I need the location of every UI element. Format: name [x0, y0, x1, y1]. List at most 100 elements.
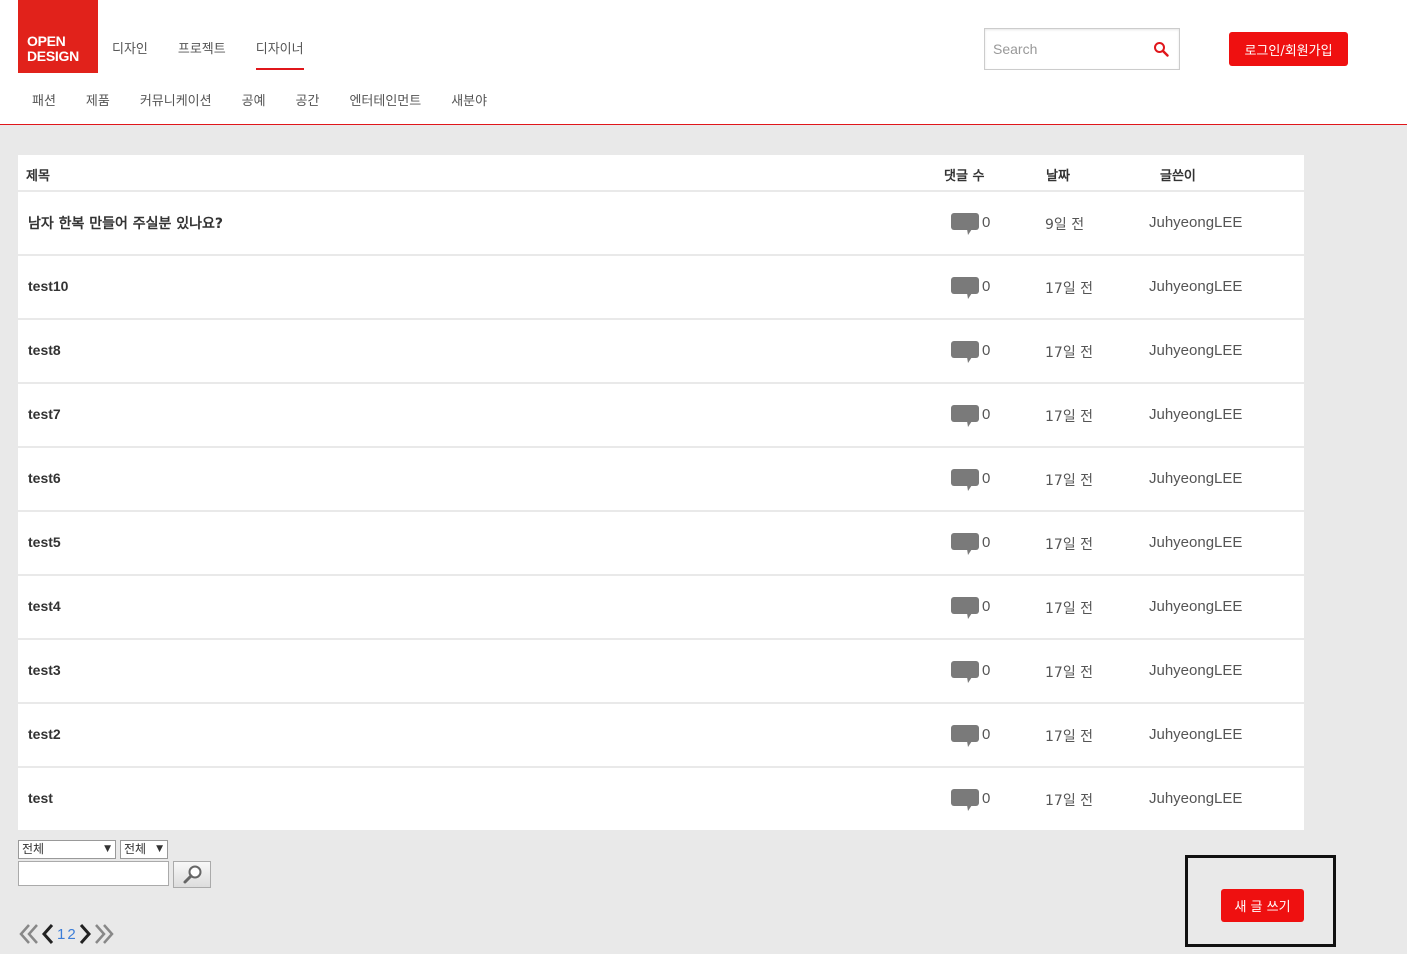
post-author: JuhyeongLEE [1149, 726, 1243, 743]
post-author: JuhyeongLEE [1149, 534, 1243, 551]
comment-count: 0 [982, 662, 991, 679]
site-header: OPEN DESIGN 디자인 프로젝트 디자이너 패션 제품 커뮤니케이션 공… [0, 0, 1407, 125]
main-nav-project[interactable]: 프로젝트 [178, 38, 226, 70]
category-fashion[interactable]: 패션 [32, 90, 56, 109]
board-header-row: 제목 댓글 수 날짜 글쓴이 [18, 155, 1304, 192]
table-row[interactable]: test7 0 17일 전 JuhyeongLEE [18, 384, 1304, 446]
magnifier-icon [183, 865, 202, 884]
table-row[interactable]: test2 0 17일 전 JuhyeongLEE [18, 704, 1304, 766]
table-row[interactable]: test 0 17일 전 JuhyeongLEE [18, 768, 1304, 830]
logo-text-line2: DESIGN [27, 48, 79, 64]
table-row[interactable]: test5 0 17일 전 JuhyeongLEE [18, 512, 1304, 574]
post-date: 17일 전 [1045, 409, 1094, 425]
category-craft[interactable]: 공예 [242, 90, 266, 109]
post-date: 9일 전 [1045, 217, 1085, 233]
logo-text-line1: OPEN [27, 33, 66, 49]
comment-icon [951, 725, 979, 747]
category-space[interactable]: 공간 [296, 90, 320, 109]
login-signup-button[interactable]: 로그인/회원가입 [1229, 32, 1348, 66]
table-row[interactable]: test3 0 17일 전 JuhyeongLEE [18, 640, 1304, 702]
comment-icon [951, 533, 979, 555]
post-author: JuhyeongLEE [1149, 278, 1243, 295]
category-product[interactable]: 제품 [86, 90, 110, 109]
post-date: 17일 전 [1045, 601, 1094, 617]
post-author: JuhyeongLEE [1149, 214, 1243, 231]
comment-count: 0 [982, 790, 991, 807]
main-nav-designer[interactable]: 디자이너 [255, 38, 304, 70]
field-select-value: 전체 [124, 842, 147, 856]
comment-icon [951, 341, 979, 363]
scope-select[interactable]: 전체 ▼ [18, 840, 116, 859]
comment-count: 0 [982, 470, 991, 487]
prev-page-icon[interactable] [40, 922, 56, 946]
pagination: 1 2 [18, 920, 115, 948]
dropdown-arrow-icon: ▼ [156, 844, 163, 854]
table-row[interactable]: test6 0 17일 전 JuhyeongLEE [18, 448, 1304, 510]
board-table: 제목 댓글 수 날짜 글쓴이 남자 한복 만들어 주실분 있나요? 0 9일 전 Ju… [18, 155, 1304, 832]
comment-icon [951, 597, 979, 619]
table-row[interactable]: test8 0 17일 전 JuhyeongLEE [18, 320, 1304, 382]
page-2[interactable]: 2 [67, 926, 75, 943]
post-author: JuhyeongLEE [1149, 470, 1243, 487]
next-page-icon[interactable] [77, 922, 93, 946]
category-entertainment[interactable]: 엔터테인먼트 [349, 90, 421, 109]
new-post-button[interactable]: 새 글 쓰기 [1221, 889, 1304, 922]
main-nav-design[interactable]: 디자인 [112, 38, 148, 70]
post-title[interactable]: test5 [28, 534, 61, 550]
category-nav: 패션 제품 커뮤니케이션 공예 공간 엔터테인먼트 새분야 [32, 90, 517, 109]
table-row[interactable]: test4 0 17일 전 JuhyeongLEE [18, 576, 1304, 638]
header-date: 날짜 [1046, 169, 1070, 184]
comment-count: 0 [982, 534, 991, 551]
page-1[interactable]: 1 [57, 926, 65, 943]
comment-icon [951, 213, 979, 235]
post-title[interactable]: test7 [28, 406, 61, 422]
post-author: JuhyeongLEE [1149, 790, 1243, 807]
post-title[interactable]: test2 [28, 726, 61, 742]
field-select[interactable]: 전체 ▼ [120, 840, 168, 859]
post-author: JuhyeongLEE [1149, 406, 1243, 423]
first-page-icon[interactable] [18, 922, 40, 946]
comment-icon [951, 469, 979, 491]
scope-select-value: 전체 [22, 842, 45, 856]
comment-count: 0 [982, 406, 991, 423]
header-author: 글쓴이 [1160, 169, 1196, 184]
post-title[interactable]: test10 [28, 278, 68, 294]
comment-count: 0 [982, 214, 991, 231]
comment-icon [951, 277, 979, 299]
post-date: 17일 전 [1045, 345, 1094, 361]
search-box [984, 28, 1180, 70]
post-author: JuhyeongLEE [1149, 342, 1243, 359]
post-title[interactable]: test8 [28, 342, 61, 358]
post-date: 17일 전 [1045, 665, 1094, 681]
post-title[interactable]: test3 [28, 662, 61, 678]
post-title[interactable]: test6 [28, 470, 61, 486]
comment-count: 0 [982, 598, 991, 615]
search-input[interactable] [985, 29, 1145, 69]
post-date: 17일 전 [1045, 537, 1094, 553]
post-date: 17일 전 [1045, 793, 1094, 809]
dropdown-arrow-icon: ▼ [104, 844, 111, 854]
comment-icon [951, 405, 979, 427]
header-comments: 댓글 수 [944, 169, 985, 184]
table-row[interactable]: 남자 한복 만들어 주실분 있나요? 0 9일 전 JuhyeongLEE [18, 192, 1304, 254]
comment-count: 0 [982, 726, 991, 743]
category-new-field[interactable]: 새분야 [451, 90, 487, 109]
table-row[interactable]: test10 0 17일 전 JuhyeongLEE [18, 256, 1304, 318]
post-author: JuhyeongLEE [1149, 598, 1243, 615]
open-design-logo[interactable]: OPEN DESIGN [18, 0, 98, 73]
comment-count: 0 [982, 342, 991, 359]
post-title[interactable]: test4 [28, 598, 61, 614]
board-search-button[interactable] [173, 861, 211, 888]
main-nav: 디자인 프로젝트 디자이너 [112, 38, 334, 70]
board-search-input[interactable] [18, 861, 169, 886]
last-page-icon[interactable] [93, 922, 115, 946]
comment-icon [951, 789, 979, 811]
post-author: JuhyeongLEE [1149, 662, 1243, 679]
category-communication[interactable]: 커뮤니케이션 [140, 90, 212, 109]
post-date: 17일 전 [1045, 729, 1094, 745]
post-title[interactable]: test [28, 790, 53, 806]
comment-icon [951, 661, 979, 683]
header-title: 제목 [26, 169, 50, 184]
post-title[interactable]: 남자 한복 만들어 주실분 있나요? [28, 213, 223, 233]
search-icon[interactable] [1153, 41, 1169, 57]
